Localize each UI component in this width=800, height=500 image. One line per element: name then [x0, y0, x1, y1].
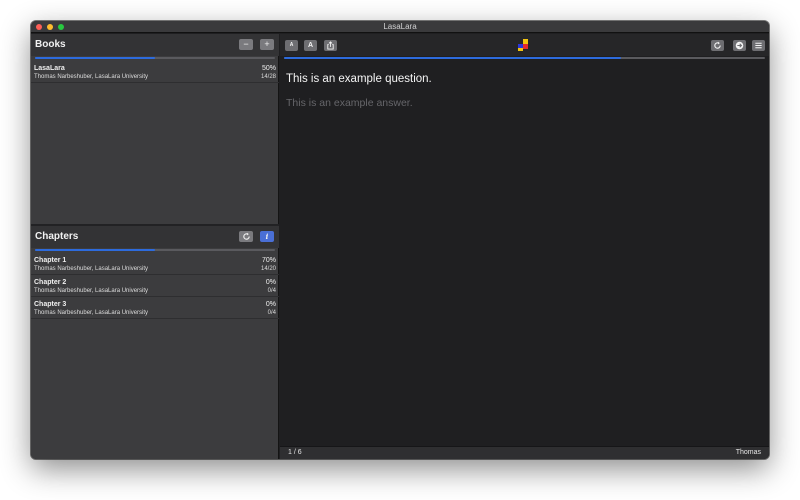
card-position: 1 / 6: [288, 449, 302, 456]
question-text: This is an example question.: [286, 73, 432, 85]
menu-icon: [755, 42, 762, 49]
menu-button[interactable]: [752, 40, 765, 51]
books-header: Books − +: [31, 34, 279, 56]
chapter-author: Thomas Narbeshuber, LasaLara University: [34, 310, 149, 316]
chapter-name: Chapter 2: [34, 279, 67, 286]
card-panel: A A This is an example question. This is…: [280, 34, 769, 459]
next-card-button[interactable]: [733, 40, 746, 51]
chapter-count: 0/4: [267, 288, 276, 294]
reset-chapters-button[interactable]: [239, 231, 253, 242]
status-bar: 1 / 6 Thomas: [280, 446, 769, 459]
remove-book-button[interactable]: −: [239, 39, 253, 50]
minus-icon: −: [243, 39, 249, 49]
chapter-info-button[interactable]: i: [260, 231, 274, 242]
font-larger-label: A: [307, 42, 314, 49]
sidebar: Books − + LasaLara Thomas Narbeshuber, L…: [31, 34, 279, 459]
share-icon: [327, 41, 334, 50]
reload-icon: [714, 41, 721, 49]
app-logo-icon: [518, 39, 528, 51]
font-larger-button[interactable]: A: [304, 40, 317, 51]
logo-yellow-square: [523, 39, 528, 44]
chapters-header: Chapters i: [31, 226, 279, 248]
chapters-title: Chapters: [35, 231, 79, 242]
chapter-author: Thomas Narbeshuber, LasaLara University: [34, 288, 149, 294]
logo-red-square: [523, 44, 528, 49]
chapter-count: 0/4: [267, 310, 276, 316]
chapter-percent: 70%: [261, 257, 276, 264]
chapter-percent: 0%: [265, 301, 276, 308]
info-icon: i: [265, 232, 269, 241]
card-toolbar: A A: [280, 34, 769, 56]
reload-button[interactable]: [711, 40, 724, 51]
answer-text[interactable]: This is an example answer.: [286, 97, 413, 109]
title-bar: LasaLara: [31, 21, 769, 33]
plus-icon: +: [264, 39, 270, 49]
chapter-count: 14/20: [260, 266, 276, 272]
chapters-progress-bar: [35, 249, 275, 251]
window-title: LasaLara: [383, 22, 417, 31]
share-button[interactable]: [324, 40, 337, 51]
book-percent: 50%: [261, 65, 276, 72]
chapter-name: Chapter 3: [34, 301, 67, 308]
book-author: Thomas Narbeshuber, LasaLara University: [34, 74, 149, 80]
logo-yellow-square-bottom: [518, 48, 523, 51]
app-window: LasaLara Books − + LasaLara Thomas Narbe…: [31, 21, 769, 459]
font-smaller-label: A: [289, 42, 294, 48]
card-progress-bar: [284, 57, 765, 59]
card-progress-fill: [284, 57, 621, 59]
chapter-author: Thomas Narbeshuber, LasaLara University: [34, 266, 149, 272]
book-row-lasalara[interactable]: LasaLara Thomas Narbeshuber, LasaLara Un…: [31, 63, 279, 83]
books-progress-bar: [35, 57, 275, 59]
reload-icon: [242, 232, 250, 240]
chapter-percent: 0%: [265, 279, 276, 286]
chapter-name: Chapter 1: [34, 257, 67, 264]
chapters-progress-fill: [35, 249, 155, 251]
user-name: Thomas: [735, 449, 761, 456]
chapter-row[interactable]: Chapter 2 Thomas Narbeshuber, LasaLara U…: [31, 277, 279, 297]
book-count: 14/28: [260, 74, 276, 80]
add-book-button[interactable]: +: [260, 39, 274, 50]
book-name: LasaLara: [34, 65, 65, 72]
books-progress-fill: [35, 57, 155, 59]
chapter-row[interactable]: Chapter 3 Thomas Narbeshuber, LasaLara U…: [31, 299, 279, 319]
chapter-row[interactable]: Chapter 1 Thomas Narbeshuber, LasaLara U…: [31, 255, 279, 275]
books-title: Books: [35, 39, 66, 50]
font-smaller-button[interactable]: A: [285, 40, 298, 51]
next-icon: [735, 41, 744, 50]
